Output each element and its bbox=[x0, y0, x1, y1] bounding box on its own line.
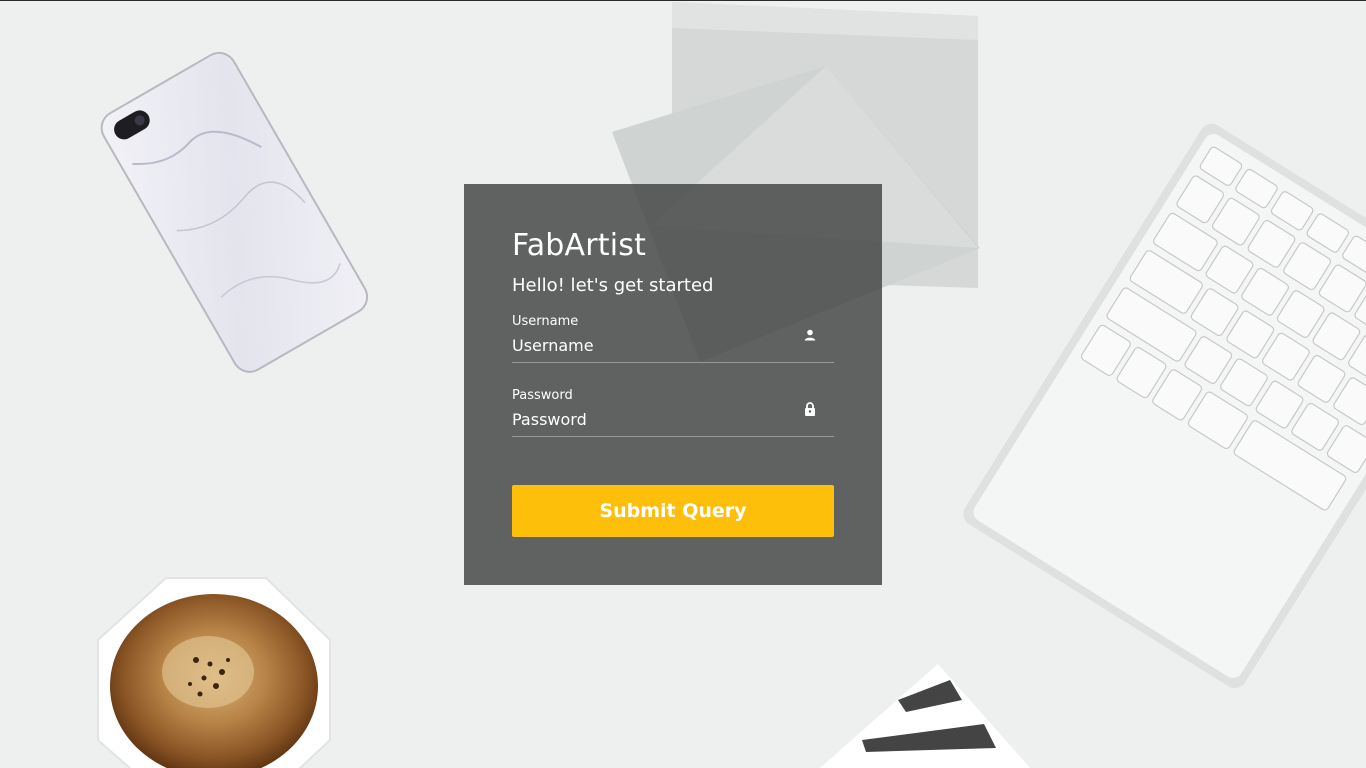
username-label: Username bbox=[512, 314, 579, 329]
password-input[interactable] bbox=[512, 408, 792, 430]
brand-title: FabArtist bbox=[512, 228, 647, 263]
lock-icon bbox=[805, 402, 815, 416]
password-label: Password bbox=[512, 388, 573, 403]
login-page: FabArtist Hello! let's get started Usern… bbox=[0, 0, 1366, 768]
login-subtitle: Hello! let's get started bbox=[512, 275, 714, 296]
login-card: FabArtist Hello! let's get started Usern… bbox=[464, 184, 882, 585]
submit-button[interactable]: Submit Query bbox=[512, 485, 834, 537]
user-icon bbox=[804, 329, 816, 341]
username-input[interactable] bbox=[512, 334, 792, 356]
password-field: Password bbox=[512, 388, 834, 437]
username-field: Username bbox=[512, 314, 834, 363]
